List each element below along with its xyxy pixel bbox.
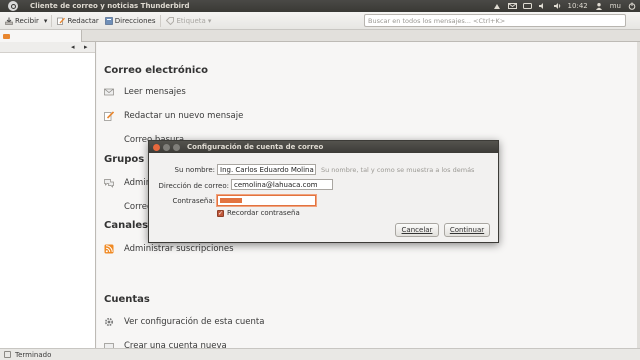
view-account-settings-link[interactable]: Ver configuración de esta cuenta: [104, 316, 264, 328]
offline-status-icon[interactable]: [4, 351, 11, 358]
volume-icon[interactable]: [538, 2, 546, 10]
remember-password-label[interactable]: Recordar contraseña: [227, 209, 300, 217]
status-bar: Terminado: [0, 348, 640, 360]
account-setup-dialog: Configuración de cuenta de correo Su nom…: [148, 140, 499, 243]
email-field[interactable]: cemolina@lahuaca.com: [231, 179, 333, 190]
window-title: Cliente de correo y noticias Thunderbird: [30, 2, 190, 10]
top-panel: Cliente de correo y noticias Thunderbird…: [0, 0, 640, 12]
password-mask: [220, 198, 242, 203]
tag-icon: [166, 16, 175, 25]
name-label: Su nombre:: [174, 166, 215, 174]
search-input[interactable]: Buscar en todos los mensajes... <Ctrl+K>: [364, 14, 626, 27]
folder-pane: ◂ ▸: [0, 42, 96, 348]
envelope-icon: [104, 87, 114, 97]
tab-strip: [0, 30, 640, 42]
get-mail-dropdown[interactable]: ▾: [42, 14, 50, 28]
view-account-settings-label: Ver configuración de esta cuenta: [124, 317, 265, 327]
manage-feed-subscriptions-label: Administrar suscripciones: [124, 244, 234, 254]
toolbar-separator: [51, 14, 53, 27]
dialog-title: Configuración de cuenta de correo: [187, 143, 324, 151]
write-message-link[interactable]: Redactar un nuevo mensaje: [104, 110, 243, 122]
network-icon[interactable]: [493, 2, 501, 10]
tab-home[interactable]: [0, 30, 82, 42]
pencil-icon: [57, 17, 66, 25]
section-feeds-title: Canales: [104, 220, 149, 231]
name-field[interactable]: Ing. Carlos Eduardo Molina C.: [217, 164, 316, 175]
next-view-icon[interactable]: ▸: [84, 43, 88, 51]
maximize-icon[interactable]: [173, 143, 180, 151]
folder-pane-header: ◂ ▸: [0, 42, 95, 53]
email-label: Dirección de correo:: [158, 182, 230, 190]
user-name[interactable]: mu: [610, 2, 621, 10]
manage-feed-subscriptions-link[interactable]: Administrar suscripciones: [104, 243, 234, 255]
read-messages-link[interactable]: Leer mensajes: [104, 86, 186, 98]
keyboard-icon[interactable]: [522, 2, 532, 10]
remember-password-checkbox[interactable]: ✓: [217, 210, 224, 217]
cancel-button[interactable]: Cancelar: [395, 223, 439, 237]
mail-icon[interactable]: [507, 2, 517, 10]
speech-bubbles-icon: [104, 178, 114, 188]
newsgroup-mail-link[interactable]: Correo: [104, 201, 152, 213]
password-label: Contraseña:: [172, 197, 215, 205]
main-toolbar: Recibir ▾ Redactar Direcciones Etiqueta …: [0, 12, 640, 30]
continue-button[interactable]: Continuar: [444, 223, 490, 237]
write-message-label: Redactar un nuevo mensaje: [124, 111, 244, 121]
rss-icon: [104, 244, 114, 254]
get-mail-button[interactable]: Recibir: [2, 14, 42, 28]
get-mail-label: Recibir: [15, 16, 39, 25]
ubuntu-logo-icon[interactable]: [8, 1, 18, 11]
tag-button[interactable]: Etiqueta ▾: [163, 14, 214, 28]
chevron-down-icon: ▾: [207, 16, 212, 25]
address-book-icon: [104, 16, 113, 25]
cancel-button-label: Cancelar: [401, 226, 433, 234]
minimize-icon[interactable]: [163, 143, 170, 151]
inbox-icon: [5, 17, 13, 25]
name-hint: Su nombre, tal y como se muestra a los d…: [321, 166, 475, 174]
previous-view-icon[interactable]: ◂: [71, 43, 75, 51]
section-email-title: Correo electrónico: [104, 65, 209, 76]
status-text: Terminado: [15, 350, 52, 359]
read-messages-label: Leer mensajes: [124, 87, 186, 97]
chevron-down-icon: ▾: [43, 16, 48, 25]
password-field[interactable]: [217, 195, 316, 206]
write-label: Redactar: [67, 16, 99, 25]
address-book-button[interactable]: Direcciones: [102, 14, 159, 28]
compose-icon: [104, 111, 115, 121]
close-icon[interactable]: [153, 143, 160, 151]
system-tray: 10:42 mu: [493, 0, 636, 12]
speaker-icon[interactable]: [553, 2, 561, 10]
tag-label: Etiqueta: [176, 16, 206, 25]
section-accounts-title: Cuentas: [104, 294, 150, 305]
address-book-label: Direcciones: [114, 16, 156, 25]
user-icon[interactable]: [595, 2, 603, 10]
folder-icon: [3, 33, 10, 39]
clock[interactable]: 10:42: [568, 2, 588, 10]
toolbar-separator: [160, 14, 162, 27]
junk-icon: [104, 135, 114, 145]
power-icon[interactable]: [628, 2, 636, 10]
newsgroup-icon: [104, 202, 114, 212]
gear-icon: [104, 317, 114, 327]
write-button[interactable]: Redactar: [54, 14, 101, 28]
dialog-titlebar: Configuración de cuenta de correo: [149, 141, 498, 153]
continue-button-label: Continuar: [449, 226, 485, 234]
